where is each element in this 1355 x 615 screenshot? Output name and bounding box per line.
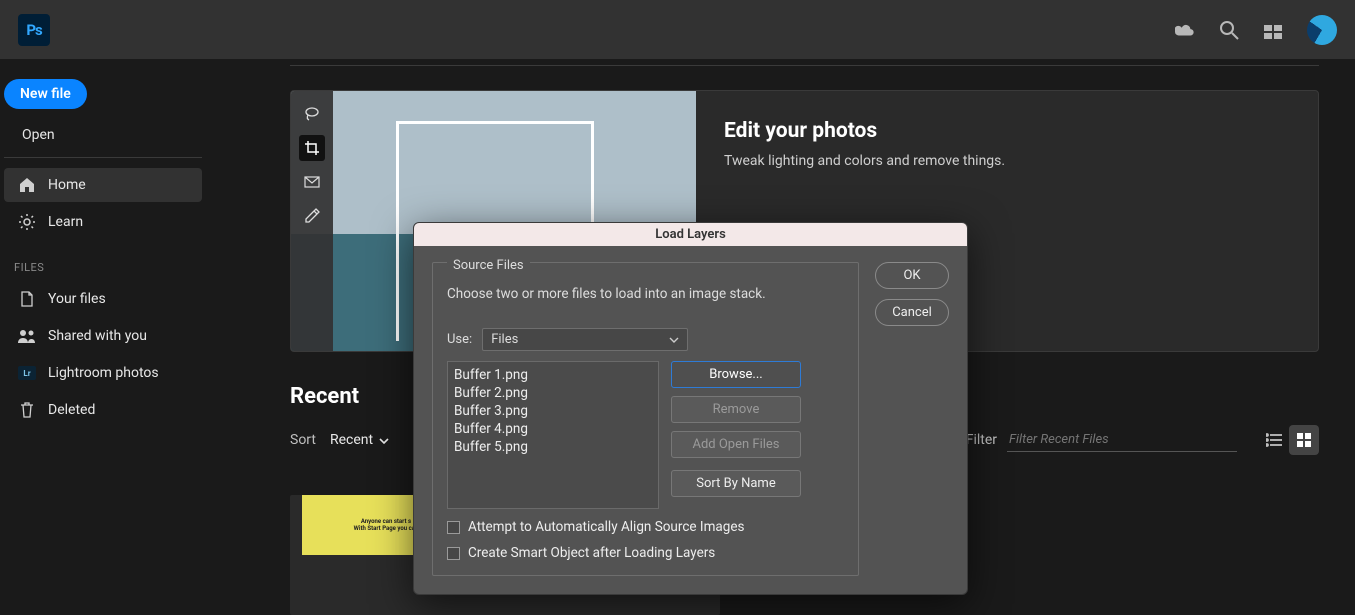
search-icon[interactable] [1219,20,1239,40]
nav-label: Deleted [48,402,95,418]
hero-toolstrip [291,91,333,351]
divider [290,65,1319,66]
use-select[interactable]: Files [482,328,688,351]
sort-by-name-button[interactable]: Sort By Name [671,470,801,497]
file-list[interactable]: Buffer 1.png Buffer 2.png Buffer 3.png B… [447,361,659,509]
nav-shared[interactable]: Shared with you [4,319,202,353]
app-logo: Ps [18,14,50,46]
lasso-icon [299,101,325,127]
nav-label: Learn [48,214,83,230]
open-button[interactable]: Open [22,127,206,143]
nav-home[interactable]: Home [4,168,202,202]
browse-button[interactable]: Browse... [671,361,801,388]
dialog-help-text: Choose two or more files to load into an… [447,286,844,302]
file-item[interactable]: Buffer 3.png [454,402,652,420]
learn-icon [18,213,36,231]
fieldset-legend: Source Files [447,258,530,273]
chevron-down-icon [379,432,389,448]
grid-view-toggle[interactable] [1289,425,1319,455]
hero-title: Edit your photos [724,119,1005,143]
envelope-icon [299,169,325,195]
nav-label: Your files [48,291,106,307]
source-files-fieldset: Source Files Choose two or more files to… [432,262,859,576]
cloud-icon[interactable] [1175,20,1195,40]
nav-label: Shared with you [48,328,147,344]
thumb-text: Anyone can start s [361,518,411,525]
nav-deleted[interactable]: Deleted [4,393,202,427]
home-icon [18,176,36,194]
dialog-actions: OK Cancel [875,262,949,576]
sort-label: Sort [290,432,316,448]
file-item[interactable]: Buffer 4.png [454,420,652,438]
eyedropper-icon [299,203,325,229]
add-open-files-button[interactable]: Add Open Files [671,431,801,458]
align-checkbox[interactable] [447,521,460,534]
use-label: Use: [447,332,472,347]
file-item[interactable]: Buffer 2.png [454,384,652,402]
filter-input[interactable] [1007,428,1237,452]
topbar-actions [1175,15,1337,45]
file-item[interactable]: Buffer 1.png [454,366,652,384]
files-section-label: FILES [14,261,206,274]
ok-button[interactable]: OK [875,262,949,289]
use-value: Files [491,332,518,347]
sort-control: Sort Recent [290,432,389,448]
trash-icon [18,401,36,419]
file-item[interactable]: Buffer 5.png [454,438,652,456]
divider [4,157,202,158]
list-view-toggle[interactable] [1259,425,1289,455]
align-label: Attempt to Automatically Align Source Im… [468,519,744,535]
left-sidebar: New file Open Home Learn FILES Your file… [0,59,206,611]
crop-icon [299,135,325,161]
remove-button[interactable]: Remove [671,396,801,423]
shared-icon [18,327,36,345]
dialog-title: Load Layers [414,223,967,246]
app-topbar: Ps [0,0,1355,59]
nav-lightroom[interactable]: Lr Lightroom photos [4,356,202,390]
gift-icon[interactable] [1263,20,1283,40]
smart-object-checkbox[interactable] [447,547,460,560]
file-icon [18,290,36,308]
thumb-text: With Start Page you can [354,525,419,532]
nav-label: Home [48,177,86,193]
smart-object-label: Create Smart Object after Loading Layers [468,545,715,561]
nav-your-files[interactable]: Your files [4,282,202,316]
chevron-down-icon [669,332,679,347]
sort-dropdown[interactable]: Recent [330,432,389,448]
filter-label: Filter [966,432,997,448]
load-layers-dialog: Load Layers Source Files Choose two or m… [413,222,968,595]
nav-learn[interactable]: Learn [4,205,202,239]
cancel-button[interactable]: Cancel [875,299,949,326]
user-avatar[interactable] [1307,15,1337,45]
hero-subtitle: Tweak lighting and colors and remove thi… [724,153,1005,169]
lightroom-icon: Lr [18,364,36,382]
new-file-button[interactable]: New file [4,79,87,109]
nav-label: Lightroom photos [48,365,159,381]
sort-value: Recent [330,432,373,448]
